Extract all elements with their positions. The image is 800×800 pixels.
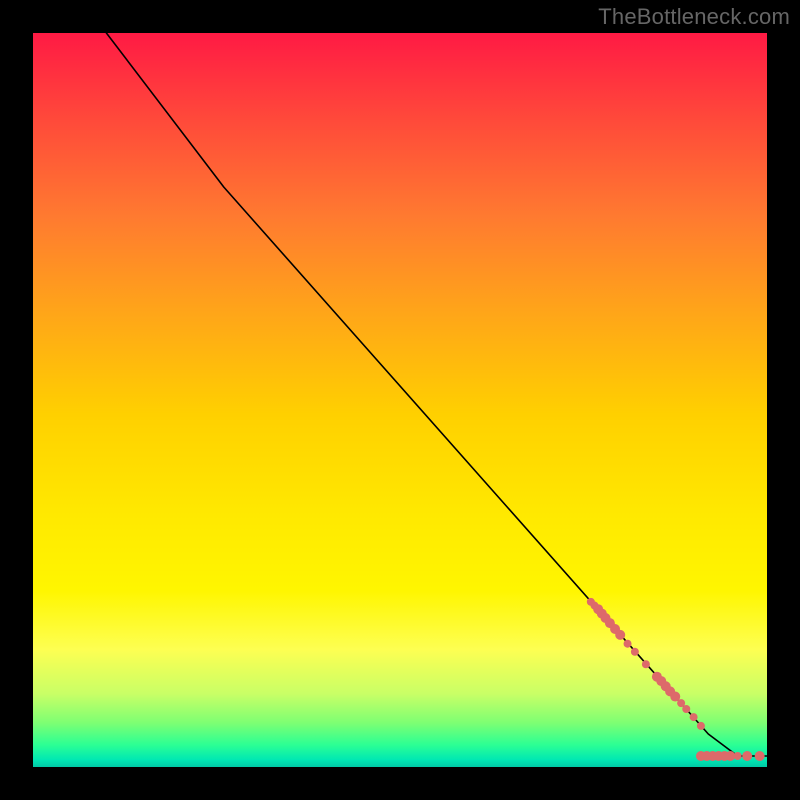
chart-overlay <box>33 33 767 767</box>
scatter-point <box>631 648 639 656</box>
scatter-point <box>624 640 632 648</box>
scatter-point <box>734 752 742 760</box>
scatter-point <box>690 713 698 721</box>
scatter-points <box>587 598 765 761</box>
bottleneck-curve <box>106 33 767 756</box>
scatter-point <box>615 630 625 640</box>
scatter-point <box>682 705 690 713</box>
scatter-point <box>697 722 705 730</box>
plot-area <box>33 33 767 767</box>
scatter-point <box>755 751 765 761</box>
chart-frame: TheBottleneck.com <box>0 0 800 800</box>
scatter-point <box>642 660 650 668</box>
watermark-text: TheBottleneck.com <box>598 4 790 30</box>
scatter-point <box>742 751 752 761</box>
